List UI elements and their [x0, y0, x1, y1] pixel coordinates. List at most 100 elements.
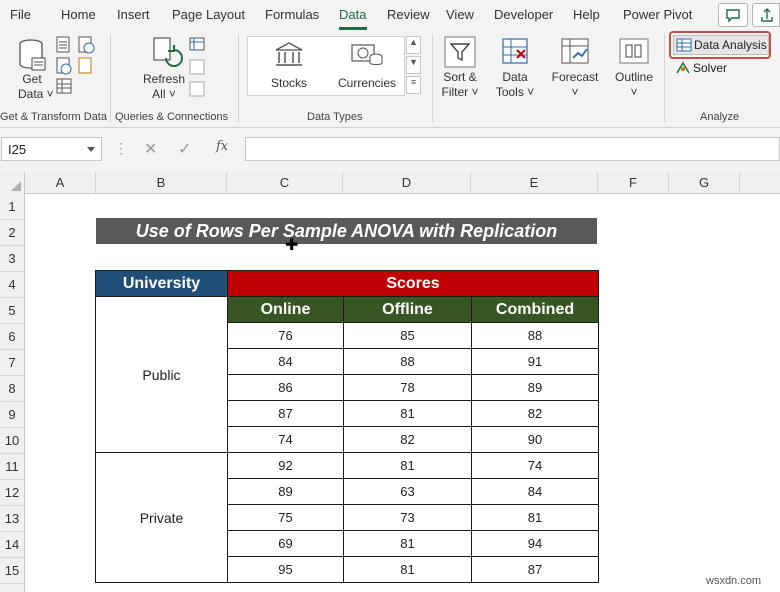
name-box[interactable]: I25	[1, 137, 102, 161]
gallery-down-icon[interactable]: ▼	[406, 56, 421, 74]
menu-developer[interactable]: Developer	[494, 7, 553, 22]
menu-view[interactable]: View	[446, 7, 474, 22]
row-header[interactable]: 10	[0, 428, 24, 454]
cell-value[interactable]: 87	[471, 556, 599, 583]
cell-value[interactable]: 85	[343, 322, 472, 349]
gallery-scroll[interactable]: ▲ ▼ ≡	[406, 36, 421, 96]
row-header[interactable]: 1	[0, 194, 24, 220]
row-header[interactable]: 11	[0, 454, 24, 480]
cell-value[interactable]: 84	[227, 348, 344, 375]
share-button[interactable]	[752, 3, 780, 27]
cell-value[interactable]: 81	[343, 400, 472, 427]
column-header-e[interactable]: E	[471, 172, 598, 194]
cell-value[interactable]: 84	[471, 478, 599, 505]
menu-file[interactable]: File	[10, 7, 31, 22]
menu-help[interactable]: Help	[573, 7, 600, 22]
university-header[interactable]: University	[95, 270, 228, 297]
subheader-offline[interactable]: Offline	[343, 296, 472, 323]
cell-value[interactable]: 78	[343, 374, 472, 401]
select-all-corner[interactable]	[0, 172, 25, 194]
row-header[interactable]: 4	[0, 272, 24, 298]
menu-data[interactable]: Data	[339, 7, 366, 22]
refresh-all-button[interactable]: Refresh All ˅	[140, 72, 188, 102]
cell-value[interactable]: 74	[227, 426, 344, 453]
cell-value[interactable]: 82	[471, 400, 599, 427]
row-header[interactable]: 3	[0, 246, 24, 272]
row-header[interactable]: 5	[0, 298, 24, 324]
group-public[interactable]: Public	[95, 296, 228, 453]
fx-insert-function-button[interactable]: fx	[216, 139, 228, 154]
gallery-more-icon[interactable]: ≡	[406, 76, 421, 94]
gallery-up-icon[interactable]: ▲	[406, 36, 421, 54]
cell-value[interactable]: 63	[343, 478, 472, 505]
cell-value[interactable]: 91	[471, 348, 599, 375]
menu-power-pivot[interactable]: Power Pivot	[623, 7, 692, 22]
row-header[interactable]: 12	[0, 480, 24, 506]
cell-value[interactable]: 89	[471, 374, 599, 401]
chevron-down-icon[interactable]	[87, 147, 95, 152]
data-tools-button[interactable]: Data Tools ˅	[494, 70, 536, 100]
cell-value[interactable]: 73	[343, 504, 472, 531]
column-header-g[interactable]: G	[669, 172, 740, 194]
menu-formulas[interactable]: Formulas	[265, 7, 319, 22]
subheader-online[interactable]: Online	[227, 296, 344, 323]
cell-value[interactable]: 75	[227, 504, 344, 531]
outline-button[interactable]: Outline ˅	[610, 70, 658, 100]
cell-value[interactable]: 82	[343, 426, 472, 453]
cell-value[interactable]: 76	[227, 322, 344, 349]
data-analysis-button[interactable]: Data Analysis	[673, 35, 769, 55]
cell-value[interactable]: 89	[227, 478, 344, 505]
cell-value[interactable]: 87	[227, 400, 344, 427]
scores-header[interactable]: Scores	[227, 270, 599, 297]
cell-value[interactable]: 88	[471, 322, 599, 349]
cell-value[interactable]: 95	[227, 556, 344, 583]
row-header[interactable]: 15	[0, 558, 24, 584]
cancel-icon[interactable]: ✕	[144, 139, 157, 159]
cell-value[interactable]: 69	[227, 530, 344, 557]
cell-value[interactable]: 86	[227, 374, 344, 401]
cell-value[interactable]: 74	[471, 452, 599, 479]
queries-icons[interactable]	[188, 36, 208, 100]
row-header[interactable]: 2	[0, 220, 24, 246]
column-header-d[interactable]: D	[343, 172, 471, 194]
column-header-c[interactable]: C	[227, 172, 343, 194]
row-header[interactable]: 9	[0, 402, 24, 428]
stocks-button[interactable]: Stocks	[258, 76, 320, 91]
refresh-label-2: All ˅	[152, 87, 176, 101]
formula-input[interactable]	[245, 137, 780, 161]
cell-value[interactable]: 81	[343, 556, 472, 583]
forecast-button[interactable]: Forecast ˅	[550, 70, 600, 100]
column-header-f[interactable]: F	[598, 172, 669, 194]
row-header[interactable]: 14	[0, 532, 24, 558]
cell-value[interactable]: 94	[471, 530, 599, 557]
drag-handle-icon[interactable]: ⋮	[114, 140, 128, 157]
cell-value[interactable]: 92	[227, 452, 344, 479]
menu-home[interactable]: Home	[61, 7, 96, 22]
confirm-icon[interactable]: ✓	[178, 139, 191, 159]
cell-value[interactable]: 81	[471, 504, 599, 531]
cell-value[interactable]: 81	[343, 530, 472, 557]
get-data-button[interactable]: Get Data ˅	[18, 72, 54, 102]
row-header[interactable]: 7	[0, 350, 24, 376]
row-header[interactable]: 13	[0, 506, 24, 532]
cell-value[interactable]: 88	[343, 348, 472, 375]
currencies-button[interactable]: Currencies	[334, 76, 400, 91]
column-header-a[interactable]: A	[25, 172, 96, 194]
menu-review[interactable]: Review	[387, 7, 430, 22]
cell-value[interactable]: 81	[343, 452, 472, 479]
cell-value[interactable]: 90	[471, 426, 599, 453]
import-sources-icon[interactable]	[56, 36, 96, 96]
row-header[interactable]: 8	[0, 376, 24, 402]
spreadsheet-grid[interactable]: A B C D E F G 1 2 3 4 5 6 7 8 9 10 11 12…	[0, 172, 780, 592]
solver-button[interactable]: Solver	[673, 58, 743, 78]
group-private[interactable]: Private	[95, 452, 228, 583]
row-header[interactable]: 6	[0, 324, 24, 350]
forecast-label: Forecast	[551, 70, 599, 84]
sort-filter-button[interactable]: Sort & Filter ˅	[438, 70, 482, 100]
menu-insert[interactable]: Insert	[117, 7, 150, 22]
column-header-b[interactable]: B	[96, 172, 227, 194]
data-analysis-icon	[676, 38, 692, 52]
subheader-combined[interactable]: Combined	[471, 296, 599, 323]
menu-page-layout[interactable]: Page Layout	[172, 7, 245, 22]
comments-button[interactable]	[718, 3, 748, 27]
